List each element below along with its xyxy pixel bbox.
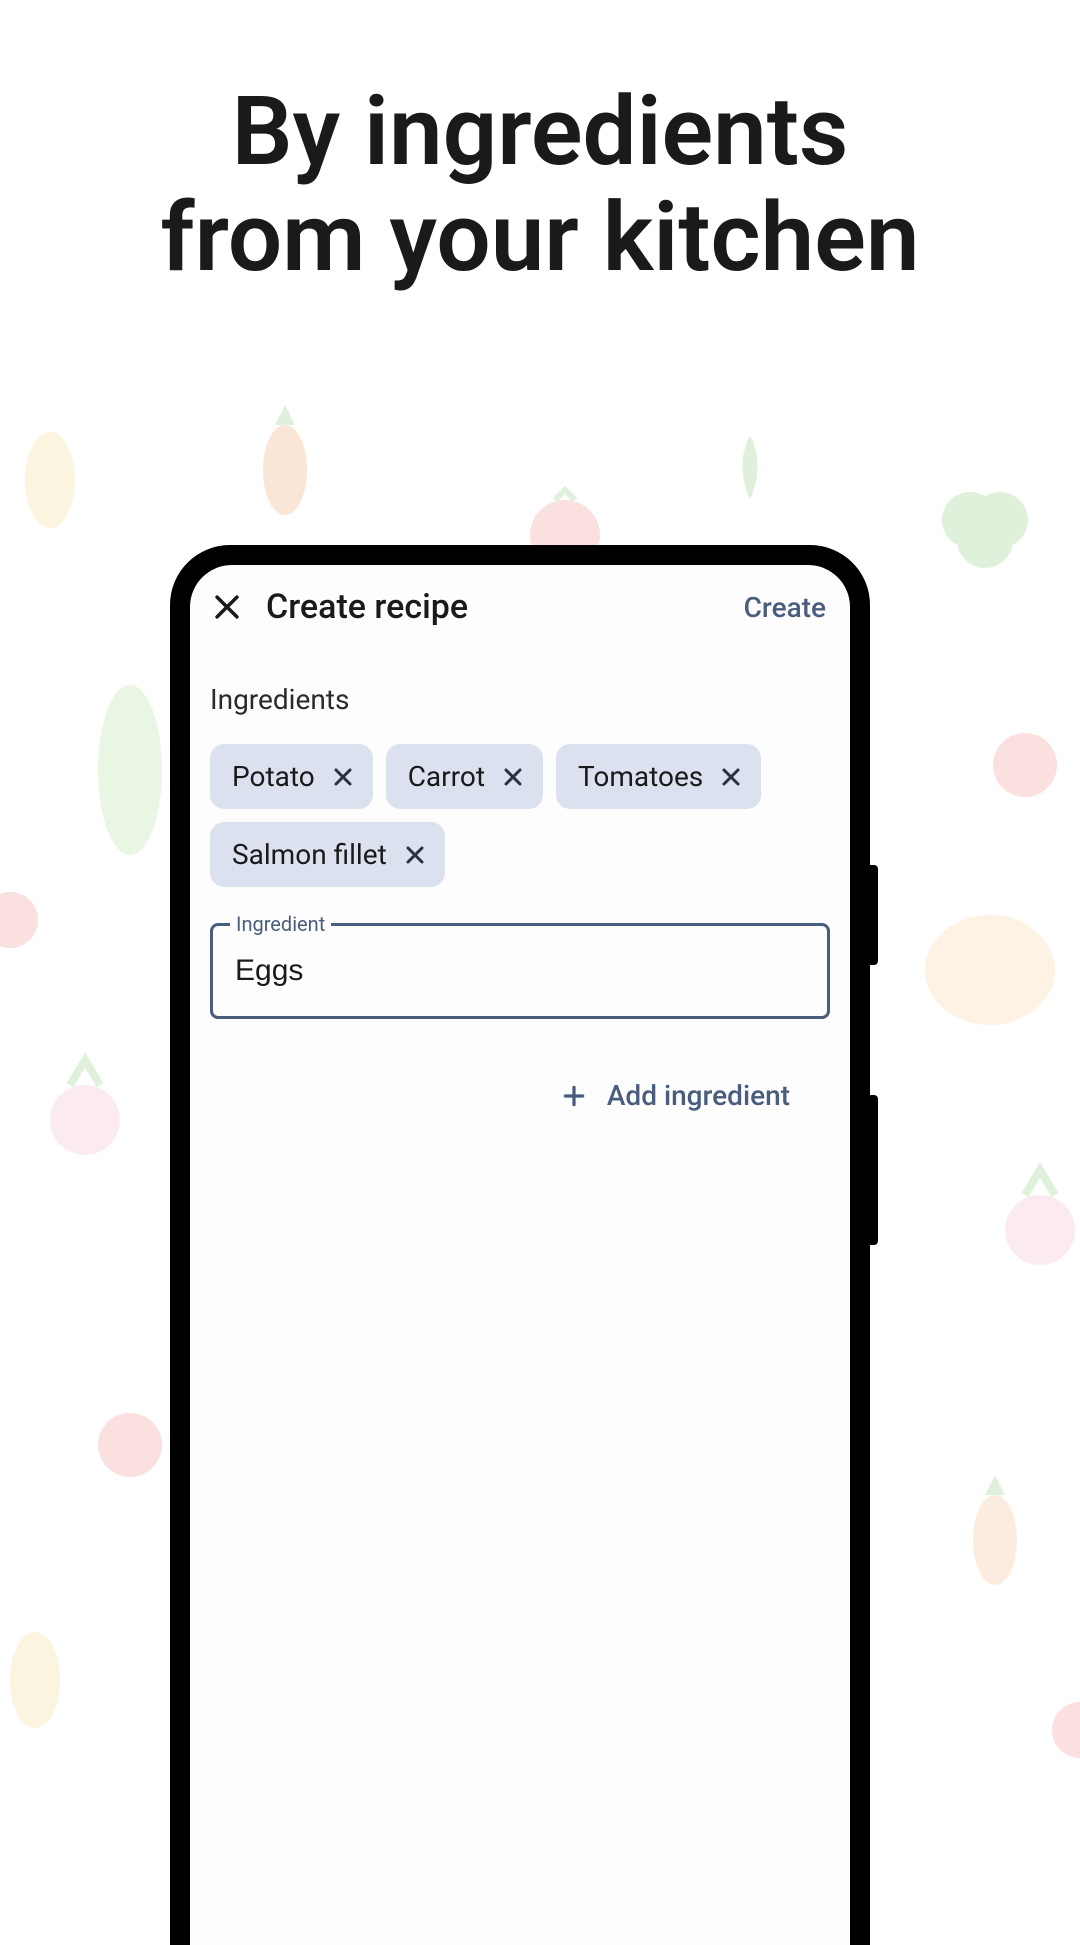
phone-side-button [870,1095,878,1245]
heading-line2: from your kitchen [0,186,1080,292]
chip-label: Carrot [408,760,485,793]
chip-label: Salmon fillet [232,838,387,871]
ingredient-input-wrapper: Ingredient [210,923,830,1019]
ingredient-chip[interactable]: Potato [210,744,373,809]
tomato-deco-icon [985,720,1065,800]
tomato-deco-icon [0,890,40,950]
close-icon[interactable] [210,590,244,624]
radish-deco-icon [1000,1160,1080,1280]
corn-deco-icon [15,420,85,530]
heading-line1: By ingredients [0,80,1080,186]
phone-side-button [870,865,878,965]
plus-icon [561,1083,587,1109]
pumpkin-deco-icon [915,890,1065,1040]
ingredient-chip[interactable]: Carrot [386,744,543,809]
ingredient-chip[interactable]: Salmon fillet [210,822,445,887]
carrot-deco-icon [960,1470,1030,1590]
broccoli-deco-icon [930,480,1040,590]
input-floating-label: Ingredient [230,912,331,936]
add-ingredient-button[interactable]: Add ingredient [210,1055,830,1112]
ingredient-input[interactable] [210,923,830,1019]
phone-screen: Create recipe Create Ingredients Potato … [190,565,850,1945]
cucumber-deco-icon [90,680,170,860]
radish-deco-icon [40,1050,130,1170]
ingredient-chips: Potato Carrot Tomatoes Salmon fillet [210,744,830,887]
ingredient-chip[interactable]: Tomatoes [556,744,761,809]
page-heading: By ingredients from your kitchen [0,0,1080,291]
remove-chip-icon[interactable] [331,765,355,789]
remove-chip-icon[interactable] [403,843,427,867]
corn-deco-icon [0,1620,70,1730]
tomato-deco-icon [1050,1700,1080,1760]
ingredients-section-label: Ingredients [210,683,830,716]
screen-title: Create recipe [266,587,722,627]
app-bar: Create recipe Create [190,565,850,647]
content-area: Ingredients Potato Carrot Tomatoes Salmo… [190,647,850,1132]
chili-deco-icon [725,425,775,505]
remove-chip-icon[interactable] [501,765,525,789]
carrot-deco-icon [250,400,320,520]
create-button[interactable]: Create [744,591,830,624]
remove-chip-icon[interactable] [719,765,743,789]
add-ingredient-label: Add ingredient [607,1079,790,1112]
chip-label: Potato [232,760,315,793]
phone-frame: Create recipe Create Ingredients Potato … [170,545,870,1945]
chip-label: Tomatoes [578,760,703,793]
tomato-deco-icon [90,1400,170,1480]
